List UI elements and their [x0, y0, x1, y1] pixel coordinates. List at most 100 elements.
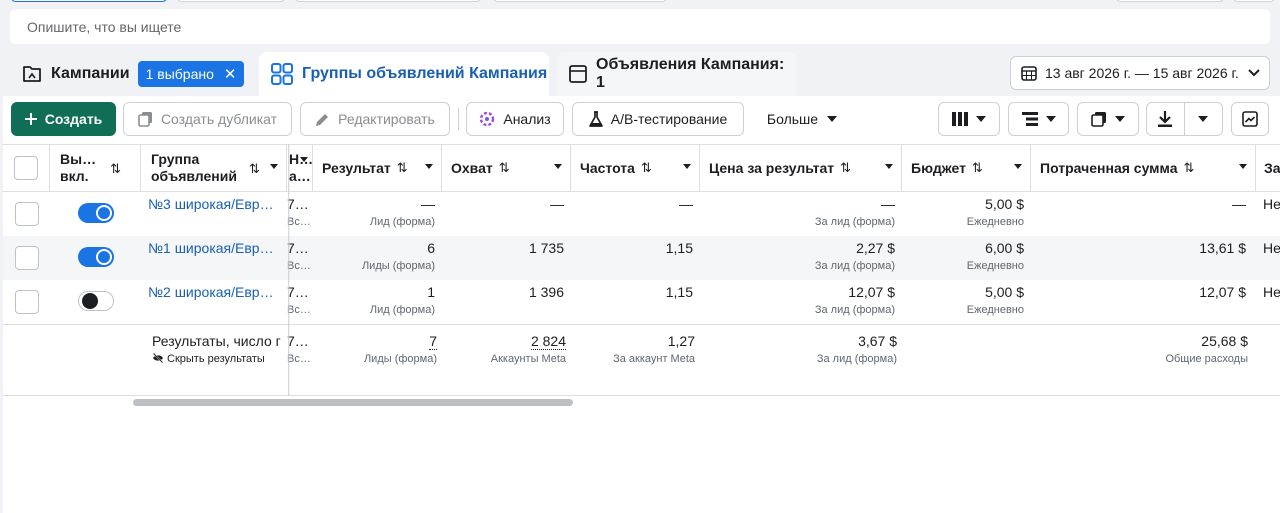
edit-button[interactable]: Редактировать: [300, 102, 450, 136]
cost-sub: За лид (форма): [814, 216, 895, 228]
adset-toggle[interactable]: [78, 203, 114, 223]
budget-value[interactable]: 5,00 $: [985, 196, 1024, 212]
header-cost-label: Цена за результат: [709, 160, 835, 176]
column-menu-icon[interactable]: [885, 164, 893, 169]
tab-ads[interactable]: Объявления Кампания: 1: [557, 52, 797, 96]
toggle-knob: [96, 205, 112, 221]
horizontal-scrollbar[interactable]: [133, 399, 573, 406]
top-pill: [294, 0, 482, 2]
sort-icon[interactable]: ⇅: [249, 160, 260, 177]
caret-down-icon: [1198, 116, 1209, 122]
result-value: 6: [427, 240, 435, 256]
columns-button[interactable]: [938, 102, 1000, 136]
analysis-button-label: Анализ: [503, 111, 551, 127]
summary-frequency-sub: За аккаунт Meta: [613, 353, 695, 365]
adsets-panel: Создать Создать дубликат Редактировать А…: [3, 96, 1280, 513]
create-button[interactable]: Создать: [11, 102, 116, 136]
tab-adsets[interactable]: Группы объявлений Кампания: [259, 52, 549, 96]
breakdown-button[interactable]: [1008, 102, 1069, 136]
delivery-sub: Вс…: [287, 260, 311, 272]
summary-reach-sub: Аккаунты Meta: [490, 353, 566, 365]
duplicate-button[interactable]: Создать дубликат: [123, 102, 292, 136]
sort-icon[interactable]: ⇅: [110, 160, 121, 177]
selected-chip[interactable]: 1 выбрано ✕: [137, 61, 245, 87]
header-onoff[interactable]: Вы… вкл. ⇅: [50, 145, 141, 191]
breakdown-icon: [1021, 112, 1038, 126]
charts-button[interactable]: [1231, 102, 1269, 136]
ends-value: Не: [1263, 196, 1280, 212]
budget-sub: Ежедневно: [966, 216, 1024, 228]
sort-icon[interactable]: ⇅: [499, 160, 510, 176]
download-button[interactable]: [1147, 103, 1185, 135]
sort-icon[interactable]: ⇅: [840, 160, 851, 176]
header-reach[interactable]: Охват ⇅: [442, 145, 571, 191]
frequency-value: —: [679, 196, 693, 212]
search-input[interactable]: Опишите, что вы ищете: [10, 9, 1270, 44]
sort-icon[interactable]: ⇅: [397, 160, 408, 176]
caret-down-icon: [976, 116, 986, 122]
close-icon[interactable]: ✕: [224, 65, 237, 83]
tab-campaigns[interactable]: Кампании 1 выбрано ✕: [10, 52, 248, 96]
top-pill: [1232, 0, 1276, 2]
header-spent-label: Потраченная сумма: [1040, 160, 1178, 176]
adset-name-link[interactable]: №1 широкая/Евр…: [148, 240, 274, 256]
column-menu-icon[interactable]: [554, 164, 562, 169]
chevron-down-icon: [1248, 69, 1260, 77]
delivery-status: 7…: [287, 284, 309, 300]
column-menu-icon[interactable]: [683, 164, 691, 169]
date-range-picker[interactable]: 13 авг 2026 г. — 15 авг 2026 г.: [1010, 56, 1270, 90]
header-budget[interactable]: Бюджет ⇅: [902, 145, 1031, 191]
export-options-button[interactable]: [1185, 103, 1223, 135]
summary-result-sub: Лиды (форма): [363, 353, 437, 365]
summary-label: Результаты, число г: [152, 333, 281, 349]
header-select-all: [3, 145, 50, 191]
export-button[interactable]: [1146, 102, 1223, 136]
ab-test-button[interactable]: A/B-тестирование: [572, 102, 744, 136]
row-checkbox[interactable]: [15, 246, 39, 270]
hide-results-label: Скрыть результаты: [167, 353, 265, 365]
header-result[interactable]: Результат ⇅: [313, 145, 442, 191]
adset-name-link[interactable]: №3 широкая/Евр…: [148, 196, 274, 212]
analysis-button[interactable]: Анализ: [466, 102, 564, 136]
create-button-label: Создать: [44, 111, 103, 127]
table-row[interactable]: №2 широкая/Евр… 7… Вс… 1 Лид (форма) 1 3…: [3, 280, 1280, 324]
row-checkbox[interactable]: [15, 202, 39, 226]
summary-delivery-sub: Вс…: [287, 353, 311, 365]
sort-icon[interactable]: ⇅: [972, 160, 983, 176]
header-ends[interactable]: За: [1256, 145, 1280, 191]
header-delivery[interactable]: Н… а…: [287, 145, 313, 191]
toolbar-divider: [458, 108, 459, 130]
header-onoff-line2: вкл.: [60, 168, 89, 184]
more-button[interactable]: Больше: [757, 102, 847, 136]
budget-value[interactable]: 6,00 $: [985, 240, 1024, 256]
adset-name-link[interactable]: №2 широкая/Евр…: [148, 284, 274, 300]
header-frequency[interactable]: Частота ⇅: [571, 145, 700, 191]
result-sub: Лиды (форма): [361, 260, 435, 272]
table-row[interactable]: №1 широкая/Евр… 7… Вс… 6 Лиды (форма) 1 …: [3, 236, 1280, 280]
column-menu-icon[interactable]: [300, 157, 308, 162]
header-adset-name[interactable]: Группа объявлений ⇅: [141, 145, 287, 191]
budget-value[interactable]: 5,00 $: [985, 284, 1024, 300]
header-cost-per-result[interactable]: Цена за результат ⇅: [700, 145, 902, 191]
table-row[interactable]: №3 широкая/Евр… 7… Вс… — Лид (форма) — —…: [3, 192, 1280, 236]
adset-toggle[interactable]: [78, 247, 114, 267]
adset-toggle[interactable]: [78, 291, 114, 311]
select-all-checkbox[interactable]: [14, 156, 38, 180]
column-menu-icon[interactable]: [1014, 164, 1022, 169]
summary-reach: 2 824: [530, 333, 566, 350]
sort-icon[interactable]: ⇅: [1183, 160, 1194, 176]
sort-icon[interactable]: ⇅: [641, 160, 652, 176]
reports-button[interactable]: [1077, 102, 1139, 136]
spent-value: —: [1232, 196, 1246, 212]
hide-results-link[interactable]: Скрыть результаты: [152, 352, 265, 365]
plus-icon: [24, 113, 37, 125]
column-menu-icon[interactable]: [270, 164, 278, 169]
ends-value: Не: [1263, 240, 1280, 256]
calendar-icon: [1021, 66, 1037, 81]
top-pill: [10, 0, 168, 2]
header-amount-spent[interactable]: Потраченная сумма ⇅: [1031, 145, 1256, 191]
column-menu-icon[interactable]: [425, 164, 433, 169]
column-menu-icon[interactable]: [1239, 164, 1247, 169]
row-checkbox[interactable]: [15, 290, 39, 314]
duplicate-icon: [138, 112, 152, 127]
